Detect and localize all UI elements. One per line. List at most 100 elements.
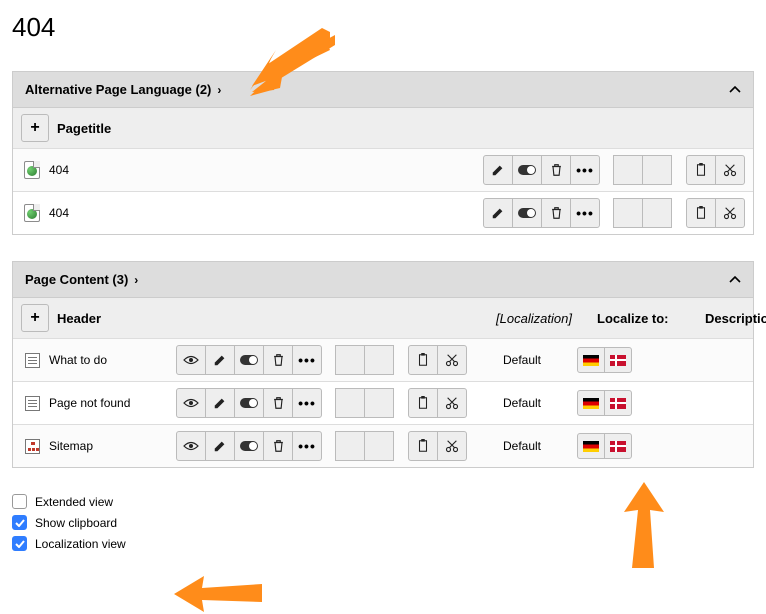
panel-header-page-content[interactable]: Page Content (3) › xyxy=(13,262,753,297)
view-button[interactable] xyxy=(176,431,206,461)
extended-view-checkbox[interactable] xyxy=(12,494,27,509)
ghost-slot xyxy=(364,388,394,418)
column-header-row: + Header [Localization] Localize to: Des… xyxy=(13,297,753,338)
row-title[interactable]: 404 xyxy=(43,163,483,177)
row-actions-ghost xyxy=(614,155,672,185)
cut-button[interactable] xyxy=(437,388,467,418)
edit-button[interactable] xyxy=(205,431,235,461)
flag-dk-icon xyxy=(610,355,626,366)
toggle-button[interactable] xyxy=(234,345,264,375)
flag-dk-icon xyxy=(610,441,626,452)
paste-button[interactable] xyxy=(408,388,438,418)
toggle-button[interactable] xyxy=(234,388,264,418)
localize-de-button[interactable] xyxy=(577,390,605,416)
view-button[interactable] xyxy=(176,345,206,375)
localize-de-button[interactable] xyxy=(577,433,605,459)
page-language-icon xyxy=(21,204,43,222)
table-row: 404 ••• xyxy=(13,148,753,191)
flag-dk-icon xyxy=(610,398,626,409)
panel-alt-page-language: Alternative Page Language (2) › + Pageti… xyxy=(12,71,754,235)
toggle-button[interactable] xyxy=(234,431,264,461)
column-header-localization: [Localization] xyxy=(479,311,589,326)
column-header-localize-to: Localize to: xyxy=(597,311,697,326)
column-header-pagetitle: Pagetitle xyxy=(57,121,111,136)
ghost-slot xyxy=(335,388,365,418)
paste-button[interactable] xyxy=(686,198,716,228)
row-title[interactable]: 404 xyxy=(43,206,483,220)
delete-button[interactable] xyxy=(541,198,571,228)
extended-view-label: Extended view xyxy=(35,495,113,509)
edit-button[interactable] xyxy=(483,198,513,228)
ghost-slot xyxy=(642,198,672,228)
cut-button[interactable] xyxy=(437,345,467,375)
add-button[interactable]: + xyxy=(21,114,49,142)
row-actions-primary: ••• xyxy=(483,155,600,185)
ghost-slot xyxy=(335,431,365,461)
flag-de-icon xyxy=(583,355,599,366)
paste-button[interactable] xyxy=(408,345,438,375)
row-title[interactable]: Sitemap xyxy=(49,439,93,453)
localize-dk-button[interactable] xyxy=(604,390,632,416)
toggle-button[interactable] xyxy=(512,198,542,228)
edit-button[interactable] xyxy=(483,155,513,185)
more-button[interactable]: ••• xyxy=(570,198,600,228)
column-header-row: + Pagetitle xyxy=(13,107,753,148)
ghost-slot xyxy=(364,431,394,461)
more-button[interactable]: ••• xyxy=(570,155,600,185)
column-header-header: Header xyxy=(57,311,101,326)
localize-de-button[interactable] xyxy=(577,347,605,373)
flag-de-icon xyxy=(583,441,599,452)
show-clipboard-label: Show clipboard xyxy=(35,516,117,530)
view-button[interactable] xyxy=(176,388,206,418)
view-options: Extended view Show clipboard Localizatio… xyxy=(12,494,754,551)
localization-value: Default xyxy=(467,439,577,453)
content-icon xyxy=(21,353,43,368)
row-title[interactable]: What to do xyxy=(49,353,107,367)
delete-button[interactable] xyxy=(263,388,293,418)
flag-de-icon xyxy=(583,398,599,409)
paste-button[interactable] xyxy=(408,431,438,461)
toggle-button[interactable] xyxy=(512,155,542,185)
more-button[interactable]: ••• xyxy=(292,431,322,461)
show-clipboard-checkbox[interactable] xyxy=(12,515,27,530)
ghost-slot xyxy=(335,345,365,375)
edit-button[interactable] xyxy=(205,345,235,375)
content-icon xyxy=(21,396,43,411)
table-row: Sitemap ••• Default xyxy=(13,424,753,467)
panel-header-alt-lang[interactable]: Alternative Page Language (2) › xyxy=(13,72,753,107)
delete-button[interactable] xyxy=(541,155,571,185)
page-title: 404 xyxy=(12,12,754,43)
ghost-slot xyxy=(642,155,672,185)
add-button[interactable]: + xyxy=(21,304,49,332)
paste-button[interactable] xyxy=(686,155,716,185)
ghost-slot xyxy=(613,155,643,185)
cut-button[interactable] xyxy=(437,431,467,461)
panel-title: Page Content (3) xyxy=(25,272,128,287)
sitemap-icon xyxy=(21,439,43,454)
localization-view-label: Localization view xyxy=(35,537,126,551)
panel-page-content: Page Content (3) › + Header [Localizatio… xyxy=(12,261,754,468)
localize-dk-button[interactable] xyxy=(604,433,632,459)
table-row: 404 ••• xyxy=(13,191,753,234)
column-header-description: Description xyxy=(705,311,766,326)
localization-view-checkbox[interactable] xyxy=(12,536,27,551)
table-row: Page not found ••• Default xyxy=(13,381,753,424)
more-button[interactable]: ••• xyxy=(292,388,322,418)
chevron-right-icon: › xyxy=(217,83,221,97)
localization-value: Default xyxy=(467,396,577,410)
page-language-icon xyxy=(21,161,43,179)
localize-dk-button[interactable] xyxy=(604,347,632,373)
delete-button[interactable] xyxy=(263,345,293,375)
panel-title: Alternative Page Language (2) xyxy=(25,82,211,97)
delete-button[interactable] xyxy=(263,431,293,461)
collapse-icon[interactable] xyxy=(729,86,741,94)
annotation-arrow-icon xyxy=(174,574,264,614)
cut-button[interactable] xyxy=(715,155,745,185)
collapse-icon[interactable] xyxy=(729,276,741,284)
ghost-slot xyxy=(613,198,643,228)
more-button[interactable]: ••• xyxy=(292,345,322,375)
row-title[interactable]: Page not found xyxy=(49,396,130,410)
edit-button[interactable] xyxy=(205,388,235,418)
row-actions-clipboard xyxy=(686,155,745,185)
cut-button[interactable] xyxy=(715,198,745,228)
